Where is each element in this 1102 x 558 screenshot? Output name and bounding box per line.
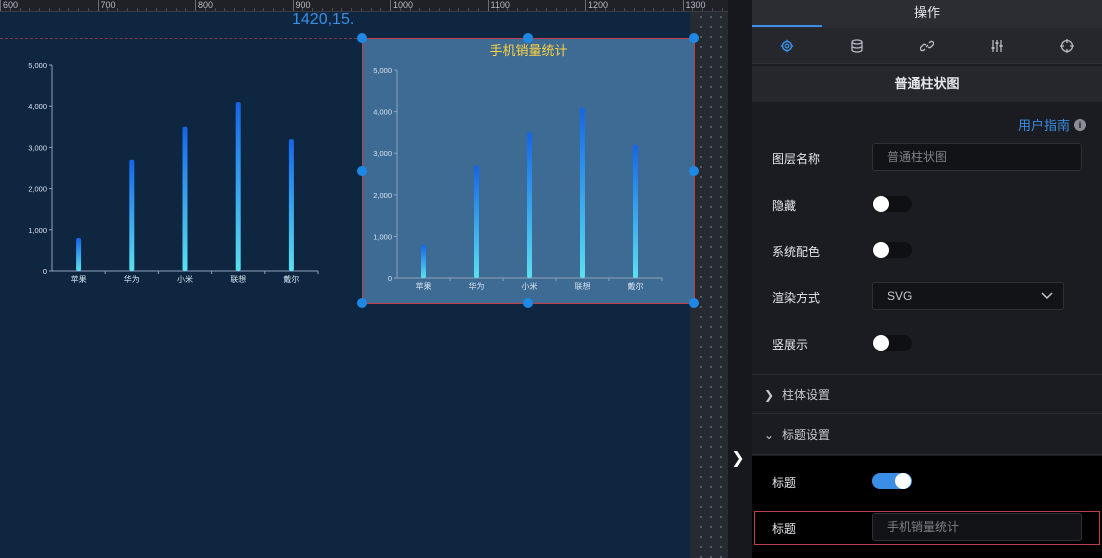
- chevron-down-icon: [1041, 283, 1053, 318]
- bar-chart-selected-plot: 0 1,000 2,000 3,000 4,000 5,000 苹果 华为 小米 联想 戴尔: [373, 66, 663, 291]
- ruler-tick: [195, 0, 196, 11]
- x-tick-label: 苹果: [71, 274, 87, 284]
- title-toggle-label: 标题: [772, 476, 797, 490]
- target-icon[interactable]: [1032, 28, 1102, 64]
- ruler-tick: [0, 0, 1, 11]
- x-tick-label: 苹果: [416, 281, 432, 291]
- y-tick-label: 1,000: [373, 232, 392, 241]
- bar-华为: [129, 159, 135, 271]
- toggle-knob: [895, 473, 911, 489]
- resize-handle-bottom-left[interactable]: [357, 298, 367, 308]
- horizontal-ruler: 600 700 800 900 1000 1100 1200 1300: [0, 0, 728, 12]
- section-bar-settings[interactable]: ❯ 柱体设置: [752, 374, 1102, 414]
- x-tick-label: 华为: [124, 274, 140, 284]
- render-mode-select[interactable]: SVG: [872, 282, 1064, 310]
- x-tick-label: 联想: [230, 274, 246, 284]
- resize-handle-top-left[interactable]: [357, 33, 367, 43]
- bar-chart-unselected[interactable]: 0 1,000 2,000 3,000 4,000 5,000 苹果 华为 小米 联想 戴尔: [0, 38, 340, 298]
- vertical-display-toggle[interactable]: [872, 335, 912, 351]
- sliders-icon[interactable]: [962, 28, 1032, 64]
- y-tick-label: 5,000: [373, 66, 392, 75]
- x-tick-label: 戴尔: [628, 281, 644, 291]
- toggle-knob: [873, 196, 889, 212]
- bar-小米: [527, 132, 532, 278]
- properties-panel: 操作 普通柱状图 用户指南 i 图层名称 普通柱状图 隐藏 系统配色 渲染方式 …: [752, 0, 1102, 558]
- system-color-label: 系统配色: [772, 245, 821, 259]
- y-tick-label: 2,000: [28, 185, 47, 194]
- y-tick-label: 4,000: [28, 102, 47, 111]
- resize-handle-top-right[interactable]: [689, 33, 699, 43]
- coordinate-readout: 1420,15.: [292, 11, 355, 28]
- settings-icon[interactable]: [752, 28, 822, 64]
- title-input[interactable]: 手机销量统计: [872, 513, 1082, 541]
- y-tick-label: 0: [388, 274, 392, 283]
- y-tick-label: 3,000: [28, 143, 47, 152]
- tab-operations[interactable]: 操作: [752, 0, 1102, 28]
- hide-toggle[interactable]: [872, 196, 912, 212]
- section-title-settings-label: 标题设置: [782, 428, 831, 442]
- y-tick-label: 5,000: [28, 61, 47, 70]
- x-tick-label: 华为: [469, 281, 485, 291]
- user-guide-label: 用户指南: [1017, 118, 1070, 133]
- ruler-tick: [487, 0, 489, 11]
- bar-联想: [580, 107, 585, 278]
- bar-苹果: [76, 238, 82, 271]
- ruler-tick: [585, 0, 586, 11]
- bar-小米: [182, 126, 188, 271]
- resize-handle-bottom-middle[interactable]: [523, 298, 533, 308]
- render-mode-value: SVG: [887, 289, 913, 303]
- vertical-display-label: 竖展示: [772, 338, 809, 352]
- x-tick-label: 小米: [177, 274, 193, 284]
- chevron-right-icon: ❯: [731, 450, 745, 467]
- bar-华为: [474, 165, 479, 278]
- ruler-tick: [682, 0, 684, 11]
- hide-label: 隐藏: [772, 199, 797, 213]
- title-input-label: 标题: [772, 522, 797, 536]
- title-toggle[interactable]: [872, 473, 912, 489]
- panel-header: 普通柱状图: [752, 66, 1102, 102]
- chevron-right-icon: ❯: [764, 388, 775, 402]
- y-tick-label: 1,000: [28, 226, 47, 235]
- bar-戴尔: [633, 144, 638, 278]
- ruler-tick: [97, 0, 99, 11]
- y-tick-label: 2,000: [373, 191, 392, 200]
- section-title-settings[interactable]: ⌄ 标题设置: [752, 415, 1102, 455]
- collapse-panel-button[interactable]: ❯: [728, 446, 748, 470]
- ruler-tick: [390, 0, 391, 11]
- y-tick-label: 4,000: [373, 108, 392, 117]
- system-color-toggle[interactable]: [872, 242, 912, 258]
- bar-戴尔: [288, 139, 294, 271]
- y-tick-label: 3,000: [373, 149, 392, 158]
- y-tick-label: 0: [43, 267, 47, 276]
- x-tick-label: 小米: [522, 281, 538, 291]
- toggle-knob: [873, 242, 889, 258]
- database-icon[interactable]: [822, 28, 892, 64]
- chevron-down-icon: ⌄: [764, 428, 775, 442]
- x-tick-label: 联想: [575, 281, 591, 291]
- resize-handle-middle-left[interactable]: [357, 166, 367, 176]
- info-icon: i: [1074, 118, 1086, 131]
- x-tick-label: 戴尔: [283, 274, 299, 284]
- resize-handle-top-middle[interactable]: [523, 33, 533, 43]
- tab-operations-label: 操作: [913, 5, 940, 20]
- user-guide-link[interactable]: 用户指南 i: [1018, 115, 1086, 134]
- resize-handle-bottom-right[interactable]: [689, 298, 699, 308]
- bar-联想: [235, 102, 241, 271]
- panel-divider: [728, 0, 752, 558]
- bar-苹果: [421, 244, 426, 278]
- render-mode-label: 渲染方式: [772, 291, 821, 305]
- section-bar-settings-label: 柱体设置: [782, 388, 831, 402]
- layer-name-label: 图层名称: [772, 152, 821, 166]
- resize-handle-middle-right[interactable]: [689, 166, 699, 176]
- toggle-knob: [873, 335, 889, 351]
- panel-icon-tabs: [752, 28, 1102, 64]
- layer-name-input[interactable]: 普通柱状图: [872, 143, 1082, 171]
- canvas-grid: [696, 12, 728, 558]
- link-icon[interactable]: [892, 28, 962, 64]
- tab-active-underline: [752, 25, 822, 27]
